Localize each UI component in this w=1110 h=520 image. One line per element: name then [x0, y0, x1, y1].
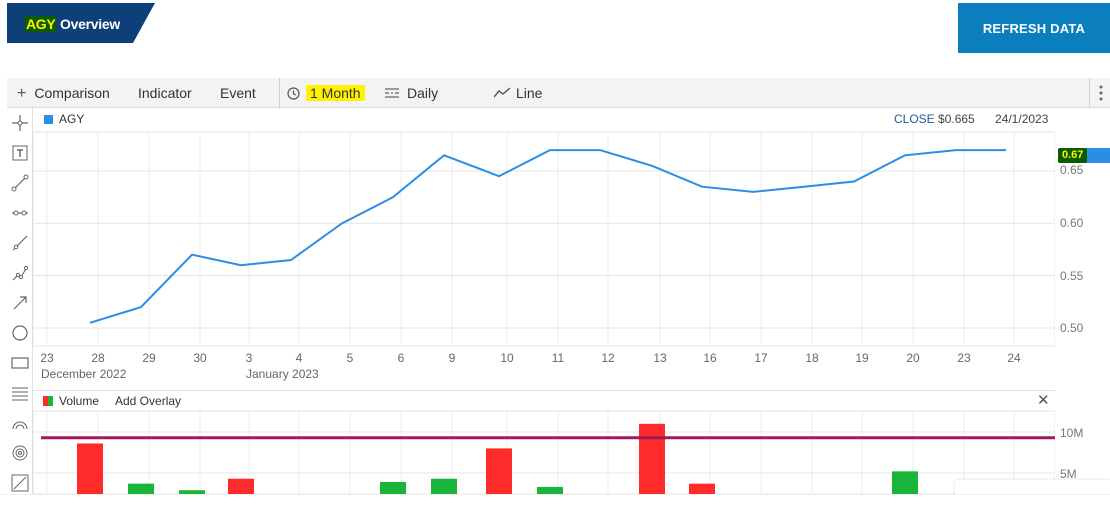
refresh-data-button[interactable]: REFRESH DATA: [958, 3, 1110, 53]
volume-bar: [486, 448, 512, 494]
series-color-swatch: [44, 115, 53, 124]
text-tool-icon[interactable]: [10, 143, 30, 163]
comparison-label: Comparison: [34, 85, 110, 101]
fibonacci-icon[interactable]: [10, 383, 30, 403]
line-segment-icon[interactable]: [10, 173, 30, 193]
x-tick-label: 13: [653, 351, 667, 365]
toolbar-divider-right: [1089, 78, 1090, 108]
x-tick-label: 16: [703, 351, 717, 365]
price-series-line: [89, 149, 1006, 324]
interval-selector[interactable]: Daily: [385, 78, 438, 108]
chart-toolbar: + Comparison Indicator Event 1 Month Dail…: [7, 78, 1110, 108]
period-label: 1 Month: [306, 85, 365, 101]
volume-bar: [77, 443, 103, 494]
add-overlay-button[interactable]: Add Overlay: [115, 394, 181, 408]
x-tick-label: 20: [906, 351, 920, 365]
overview-header-tab: AGY Overview: [7, 3, 155, 43]
x-tick-label: 3: [245, 351, 253, 365]
last-price-value: 0.67: [1058, 148, 1088, 163]
x-tick-label: 29: [142, 351, 156, 365]
plot-frame: [33, 131, 1055, 347]
toolbar-divider: [279, 78, 280, 108]
close-value: $0.665: [938, 112, 975, 126]
x-tick-label: 11: [551, 351, 565, 365]
measure-icon[interactable]: [10, 473, 30, 493]
trend-line-icon[interactable]: [10, 233, 30, 253]
volume-bar: [537, 486, 563, 494]
series-name: AGY: [59, 112, 85, 126]
indicator-button[interactable]: Indicator: [138, 78, 192, 108]
y-tick-label: 0.60: [1060, 216, 1084, 230]
page-bottom-strip: [0, 494, 1110, 520]
x-tick-label: 28: [91, 351, 105, 365]
close-date: 24/1/2023: [995, 112, 1049, 126]
clock-icon: [287, 87, 300, 100]
drawing-tools-sidebar: [7, 108, 33, 498]
volume-bar: [431, 478, 457, 494]
month-label-january: January 2023: [246, 367, 319, 381]
chart-type-label: Line: [516, 85, 543, 101]
volume-y-tick: 5M: [1060, 467, 1077, 481]
volume-icon: [43, 396, 53, 406]
x-tick-label: 23: [957, 351, 971, 365]
volume-legend: Volume: [43, 394, 99, 408]
x-tick-label: 9: [448, 351, 456, 365]
volume-bar: [380, 482, 406, 494]
series-legend: AGY: [44, 112, 84, 126]
volume-bar: [639, 423, 665, 494]
event-button[interactable]: Event: [220, 78, 256, 108]
x-tick-label: 12: [601, 351, 615, 365]
comparison-button[interactable]: + Comparison: [17, 78, 110, 108]
more-options-icon[interactable]: [1099, 85, 1103, 101]
volume-pane-header: Volume Add Overlay ✕: [33, 390, 1055, 410]
x-tick-label: 17: [754, 351, 768, 365]
rectangle-icon[interactable]: [10, 353, 30, 373]
y-tick-label: 0.65: [1060, 163, 1084, 177]
polyline-icon[interactable]: [10, 263, 30, 283]
line-chart-icon: [493, 87, 511, 98]
x-tick-label: 6: [397, 351, 405, 365]
x-tick-label: 10: [500, 351, 514, 365]
x-tick-label: 5: [346, 351, 354, 365]
volume-bar: [892, 471, 918, 494]
x-tick-label: 23: [40, 351, 54, 365]
page-title-symbol: AGY: [25, 16, 57, 32]
x-tick-label: 4: [295, 351, 303, 365]
plus-icon: +: [17, 85, 27, 102]
x-tick-label: 18: [805, 351, 819, 365]
horizontal-ray-icon[interactable]: [10, 203, 30, 223]
page-title-suffix: Overview: [60, 16, 120, 32]
arrow-icon[interactable]: [10, 293, 30, 313]
interval-label: Daily: [407, 85, 439, 101]
month-label-december: December 2022: [41, 367, 127, 381]
close-label: CLOSE: [894, 112, 935, 126]
x-tick-label: 19: [855, 351, 869, 365]
volume-bar: [228, 478, 254, 494]
interval-icon: [385, 88, 399, 98]
volume-y-tick: 10M: [1060, 426, 1084, 440]
x-tick-label: 24: [1007, 351, 1021, 365]
volume-bar: [128, 483, 154, 494]
crosshair-icon[interactable]: [10, 113, 30, 133]
circle-icon[interactable]: [10, 323, 30, 343]
volume-title: Volume: [59, 394, 100, 408]
close-volume-icon[interactable]: ✕: [1037, 391, 1050, 409]
period-selector[interactable]: 1 Month: [287, 78, 365, 108]
price-chart[interactable]: [33, 108, 1055, 496]
arc-icon[interactable]: [10, 413, 30, 433]
page-title: AGY Overview: [25, 16, 120, 32]
spiral-icon[interactable]: [10, 443, 30, 463]
chart-type-selector[interactable]: Line: [493, 78, 543, 108]
volume-bar: [689, 483, 715, 494]
close-price-readout: CLOSE $0.665: [894, 112, 975, 126]
y-tick-label: 0.50: [1060, 321, 1084, 335]
last-price-flag: 0.67: [1058, 148, 1110, 163]
y-tick-label: 0.55: [1060, 269, 1084, 283]
x-tick-label: 30: [193, 351, 207, 365]
